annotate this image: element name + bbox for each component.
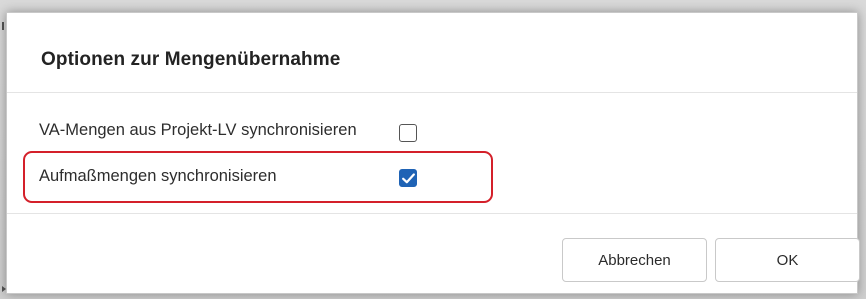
highlight-annotation [23, 151, 493, 203]
divider-bottom [7, 213, 857, 214]
dialog-title: Optionen zur Mengenübernahme [41, 49, 341, 70]
window-edge-mark [2, 22, 4, 30]
divider-top [7, 92, 857, 93]
option-label-va-mengen: VA-Mengen aus Projekt-LV synchronisieren [39, 121, 357, 139]
options-dialog: Optionen zur Mengenübernahme VA-Mengen a… [6, 12, 860, 294]
va-mengen-checkbox[interactable] [399, 124, 417, 142]
option-row-va-mengen: VA-Mengen aus Projekt-LV synchronisieren [39, 121, 357, 140]
ok-button[interactable]: OK [715, 238, 860, 282]
cancel-button[interactable]: Abbrechen [562, 238, 707, 282]
